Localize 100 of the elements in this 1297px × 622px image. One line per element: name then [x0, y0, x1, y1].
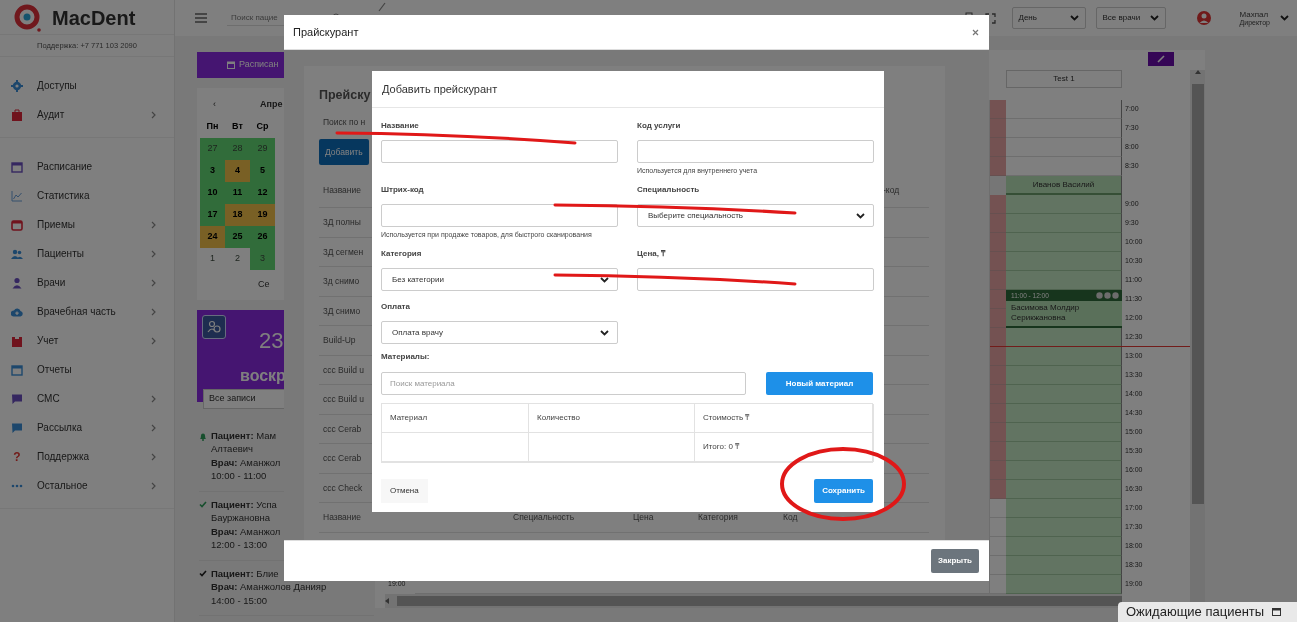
calendar-day[interactable]: 3 — [200, 160, 225, 182]
chevron-right-icon — [151, 278, 156, 287]
calendar-day[interactable]: 24 — [200, 226, 225, 248]
arrow-up-icon — [1194, 70, 1201, 74]
chevron-right-icon — [151, 220, 156, 229]
table-cell: 3д снимо — [323, 275, 360, 288]
user-name: Махпал — [1239, 10, 1270, 19]
close-button[interactable]: Закрыть — [930, 549, 979, 573]
column-header: Название — [323, 511, 361, 524]
calendar-icon — [11, 160, 23, 173]
new-material-button[interactable]: Новый материал — [766, 372, 873, 395]
calendar-day[interactable]: 18 — [225, 204, 250, 226]
chevron-right-icon — [151, 452, 156, 461]
column-header: Test 1 — [1006, 70, 1122, 88]
calendar-day[interactable]: 11 — [225, 182, 250, 204]
field-label: Оплата — [381, 301, 411, 313]
input-field[interactable] — [637, 268, 874, 291]
menu-item[interactable]: Остальное — [0, 471, 174, 501]
column-header: -код — [883, 184, 900, 197]
calendar-day[interactable]: 27 — [200, 138, 225, 160]
chat-icon — [11, 421, 23, 434]
weekday-label: Вт — [231, 120, 244, 134]
table-cell: ccc Check — [323, 481, 363, 495]
table-cell: ccc Cerab — [323, 452, 362, 465]
menu-item[interactable]: ? Поддержка — [0, 442, 174, 472]
chat-icon — [11, 392, 23, 405]
doctor-band: Иванов Василий — [1006, 176, 1122, 195]
calendar-icon — [227, 61, 235, 69]
calendar-day[interactable]: 3 — [250, 248, 275, 270]
input-field[interactable] — [637, 140, 874, 163]
table-cell: 3Д полны — [323, 216, 361, 229]
edit-button[interactable] — [1148, 52, 1174, 66]
calendar-day[interactable]: 17 — [200, 204, 225, 226]
select-field[interactable]: Оплата врачу — [381, 321, 618, 344]
section-label: Материалы: — [381, 351, 431, 363]
chevron-right-icon — [151, 394, 156, 403]
appointment-text: Пациент: Успа — [211, 497, 278, 511]
chevron-right-icon — [151, 336, 156, 345]
menu-item[interactable]: Приемы — [0, 210, 174, 240]
menu-item[interactable]: Врачи — [0, 268, 174, 298]
dots-icon — [11, 483, 23, 488]
dropdown[interactable]: День — [1011, 7, 1086, 29]
calendar-day[interactable]: 4 — [225, 160, 250, 182]
scrollbar[interactable] — [385, 594, 1122, 608]
appointment-text: Врач: Аманжол — [211, 524, 281, 538]
menu-item[interactable]: СМС — [0, 384, 174, 414]
column-header: Количество — [537, 412, 580, 424]
prev-month-button[interactable]: ‹ — [213, 98, 216, 112]
menu-item[interactable]: Рассылка — [0, 413, 174, 443]
check-icon — [199, 500, 207, 508]
calendar-day[interactable]: 28 — [225, 138, 250, 160]
person-icon — [11, 276, 23, 289]
table-cell: ccc Build u — [323, 393, 365, 406]
save-button[interactable]: Сохранить — [814, 479, 873, 503]
calendar-day[interactable]: 5 — [250, 160, 275, 182]
waiting-patients-tab[interactable]: Ожидающие пациенты — [1118, 602, 1297, 622]
appointment-text: 10:00 - 11:00 — [211, 469, 268, 483]
select-field[interactable]: Выберите специальность — [637, 204, 874, 227]
calendar-day[interactable]: 19 — [250, 204, 275, 226]
menu-item[interactable]: Отчеты — [0, 355, 174, 385]
field-label: Цена, ₸ — [637, 248, 667, 260]
input-field[interactable] — [381, 140, 618, 163]
menu-item[interactable]: Врачебная часть — [0, 297, 174, 327]
menu-item[interactable]: Доступы — [0, 71, 174, 101]
add-button[interactable]: Добавить — [319, 139, 369, 166]
calendar-day[interactable]: 10 — [200, 182, 225, 204]
search-field[interactable]: Поиск материала — [381, 372, 746, 395]
input-field[interactable] — [381, 204, 618, 227]
column-header: Код — [783, 511, 798, 524]
table-cell: ccc Cerab — [323, 422, 362, 436]
menu-item[interactable]: Расписание — [0, 152, 174, 182]
dropdown[interactable]: Все врачи — [1095, 7, 1166, 29]
bag-icon — [11, 108, 23, 121]
menu-item[interactable]: Статистика — [0, 181, 174, 211]
card-title: Прейску — [319, 87, 371, 104]
calendar-day[interactable]: 29 — [250, 138, 275, 160]
people-icon — [11, 247, 23, 260]
calendar-icon — [11, 363, 23, 376]
cancel-button[interactable]: Отмена — [381, 479, 428, 503]
calendar-day[interactable]: 12 — [250, 182, 275, 204]
chart-icon — [11, 189, 23, 202]
chevron-right-icon — [151, 249, 156, 258]
column-header: Стоимость ₸ — [703, 412, 750, 424]
menu-item[interactable]: Аудит — [0, 100, 174, 130]
chevron-right-icon — [151, 110, 156, 119]
question-icon: ? — [11, 447, 23, 466]
search-label: Поиск по н — [323, 116, 366, 129]
menu-item[interactable]: Учет — [0, 326, 174, 356]
select-field[interactable]: Без категории — [381, 268, 618, 291]
weekday-label: Ср — [255, 120, 270, 134]
logo-icon — [14, 4, 42, 32]
calendar-day[interactable]: 25 — [225, 226, 250, 248]
table-cell: 3Д сегмен — [323, 245, 364, 259]
pencil-icon — [1157, 55, 1165, 63]
chevron-down-icon — [1069, 15, 1079, 21]
table-cell: Build-Up — [323, 334, 356, 347]
doctors-button[interactable] — [202, 314, 226, 339]
calendar-day[interactable]: 26 — [250, 226, 275, 248]
chevron-down-icon — [1280, 15, 1289, 21]
menu-item[interactable]: Пациенты — [0, 239, 174, 269]
